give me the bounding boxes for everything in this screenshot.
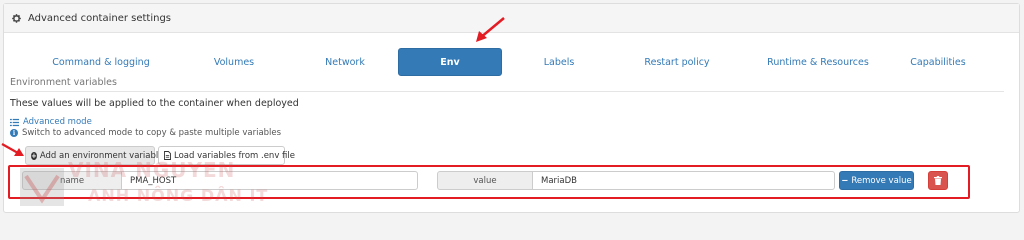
advanced-mode-link[interactable]: Advanced mode	[10, 117, 92, 127]
tab-command-logging[interactable]: Command & logging	[24, 48, 178, 76]
delete-variable-button[interactable]	[928, 171, 948, 190]
gear-icon	[11, 13, 22, 24]
tab-bar: Command & logging Volumes Network Env La…	[4, 48, 1019, 76]
env-value-input[interactable]: MariaDB	[532, 171, 835, 190]
remove-value-button[interactable]: − Remove value	[839, 171, 914, 190]
watermark-text-top: VINA NGUYEN	[68, 158, 236, 182]
hint-text: i Switch to advanced mode to copy & past…	[10, 128, 281, 138]
annotation-arrow-icon	[1, 143, 24, 156]
tab-network[interactable]: Network	[290, 48, 400, 76]
tab-restart-policy[interactable]: Restart policy	[616, 48, 738, 76]
watermark-text-bottom: ANH NÔNG DÂN IT	[88, 186, 269, 205]
tab-labels[interactable]: Labels	[502, 48, 616, 76]
tab-volumes[interactable]: Volumes	[178, 48, 290, 76]
section-title: Environment variables	[10, 77, 1004, 92]
trash-icon	[934, 176, 942, 185]
annotation-arrow-icon	[476, 17, 505, 42]
hint-label: Switch to advanced mode to copy & paste …	[22, 128, 282, 138]
advanced-mode-label[interactable]: Advanced mode	[23, 117, 92, 127]
value-field-label: value	[437, 171, 533, 190]
info-icon: i	[10, 129, 18, 137]
tab-runtime-resources[interactable]: Runtime & Resources	[738, 48, 898, 76]
info-text: These values will be applied to the cont…	[10, 98, 299, 109]
plus-circle-icon: +	[31, 151, 37, 160]
remove-value-label: Remove value	[851, 175, 912, 186]
minus-icon: −	[841, 175, 849, 186]
panel-title: Advanced container settings	[28, 12, 172, 24]
tab-env[interactable]: Env	[398, 48, 502, 76]
panel-header: Advanced container settings	[4, 4, 1019, 33]
tab-capabilities[interactable]: Capabilities	[888, 48, 988, 76]
list-icon	[10, 118, 19, 127]
